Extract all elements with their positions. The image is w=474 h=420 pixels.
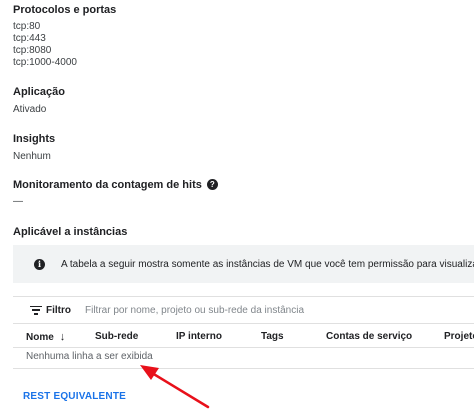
firewall-rule-details: Protocolos e portas tcp:80 tcp:443 tcp:8…	[0, 0, 474, 420]
annotation-arrow	[140, 365, 210, 409]
